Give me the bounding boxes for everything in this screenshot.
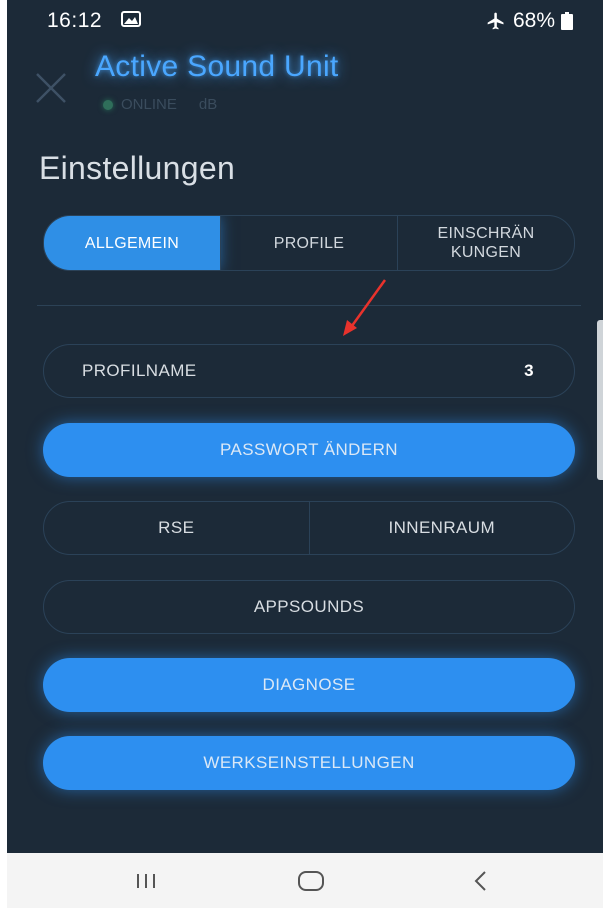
annotation-arrow-icon (343, 279, 387, 336)
online-label: ONLINE (121, 96, 177, 113)
status-time: 16:12 (47, 9, 103, 32)
image-icon (121, 11, 141, 27)
scroll-indicator[interactable] (597, 320, 603, 480)
factory-settings-button[interactable]: WERKSEINSTELLUNGEN (43, 736, 575, 790)
profile-name-row[interactable]: PROFILNAME 3 (43, 344, 575, 398)
status-right: 68% (485, 9, 573, 33)
recent-apps-icon[interactable] (126, 865, 166, 897)
unit-label: dB (198, 96, 218, 113)
system-nav-bar (7, 853, 603, 908)
tab-allgemein[interactable]: ALLGEMEIN (44, 216, 220, 270)
page-title: Einstellungen (39, 150, 236, 186)
status-bar: 16:12 68% (7, 0, 603, 40)
profile-name-label: PROFILNAME (82, 361, 197, 380)
factory-settings-label: WERKSEINSTELLUNGEN (203, 753, 415, 772)
diagnose-button[interactable]: DIAGNOSE (43, 658, 575, 712)
tab-label: PROFILE (273, 234, 345, 252)
diagnose-label: DIAGNOSE (262, 675, 356, 694)
battery-icon (561, 12, 573, 30)
tab-einschraenkungen[interactable]: EINSCHRÄN KUNGEN (397, 216, 574, 270)
app-title: Active Sound Unit (95, 50, 339, 83)
rse-option[interactable]: RSE (44, 502, 309, 554)
close-icon[interactable] (31, 68, 71, 108)
battery-percent: 68% (512, 9, 555, 32)
back-icon[interactable] (461, 865, 501, 897)
change-password-button[interactable]: PASSWORT ÄNDERN (43, 423, 575, 477)
divider (37, 305, 581, 306)
tab-label: ALLGEMEIN (84, 234, 180, 252)
innenraum-label: INNENRAUM (388, 518, 496, 537)
app-screen: 16:12 68% Active Sound Unit ONLINE dB Ei… (7, 0, 603, 908)
online-indicator-icon (103, 99, 113, 110)
profile-name-value: 3 (524, 361, 534, 380)
settings-tabs: ALLGEMEIN PROFILE EINSCHRÄN KUNGEN (43, 215, 575, 271)
home-icon[interactable] (291, 865, 331, 897)
rse-label: RSE (158, 518, 195, 537)
tab-label: EINSCHRÄN KUNGEN (437, 225, 535, 261)
tab-profile[interactable]: PROFILE (220, 216, 397, 270)
change-password-label: PASSWORT ÄNDERN (220, 440, 398, 459)
airplane-icon (487, 12, 504, 30)
app-sounds-button[interactable]: APPSOUNDS (43, 580, 575, 634)
sound-mode-selector: RSE INNENRAUM (43, 501, 575, 555)
app-sounds-label: APPSOUNDS (253, 597, 365, 616)
innenraum-option[interactable]: INNENRAUM (308, 502, 575, 554)
connection-status: ONLINE dB (103, 96, 217, 113)
